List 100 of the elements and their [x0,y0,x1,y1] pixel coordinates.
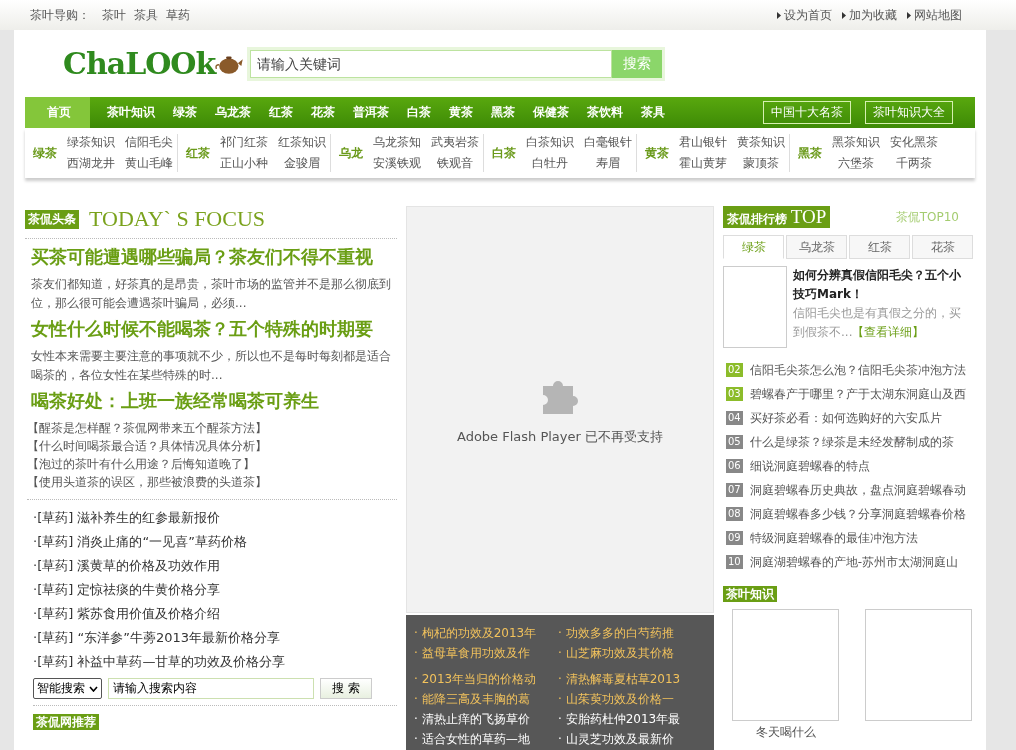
category-link[interactable]: 黑茶 [798,144,822,162]
subcategory-link[interactable]: 信阳毛尖 [125,134,173,151]
tab[interactable]: 乌龙茶 [786,235,847,259]
herb-article-link[interactable]: ·[草药] 补益中草药—甘草的功效及价格分享 [33,650,397,674]
subcategory-link[interactable]: 乌龙茶知 [373,134,421,151]
herb-link[interactable]: · 山芝麻功效及其价格 [558,643,702,663]
tab[interactable]: 花茶 [912,235,973,259]
herb-link[interactable]: · 2013年当归的价格动 [414,669,558,689]
herb-article-link[interactable]: ·[草药] 滋补养生的红参最新报价 [33,506,397,530]
subcategory-link[interactable]: 白茶知识 [526,134,574,151]
rank-badge: 10 [726,555,743,569]
subcategory-link[interactable]: 安化黑茶 [890,134,938,151]
article-link[interactable]: 【使用头道茶的误区，那些被浪费的头道茶】 [27,473,397,491]
ranking-link[interactable]: 细说洞庭碧螺春的特点 [749,457,870,475]
article-link[interactable]: 【什么时间喝茶最合适？具体情况具体分析】 [27,437,397,455]
nav-tab[interactable]: 茶叶知识 [98,97,164,128]
herb-link[interactable]: · 枸杞的功效及2013年 [414,623,558,643]
herb-article-link[interactable]: ·[草药] 溪黄草的价格及功效作用 [33,554,397,578]
subcategory-link[interactable]: 黑茶知识 [832,134,880,151]
herb-link[interactable]: · 益母草食用功效及作 [414,643,558,663]
featured-summary: 信阳毛尖也是有真假之分的，买到假茶不...【查看详细】 [793,305,962,341]
herb-article-link[interactable]: ·[草药] “东洋参”牛蒡2013年最新价格分享 [33,626,397,650]
subcategory-link[interactable]: 绿茶知识 [67,134,115,151]
subcategory-link[interactable]: 黄山毛峰 [125,155,173,172]
nav-button[interactable]: 中国十大名茶 [763,101,851,124]
nav-tab[interactable]: 红茶 [260,97,302,128]
triangle-icon [842,11,846,19]
story-summary: 茶友们都知道，好茶真的是昂贵，茶叶市场的监管并不是那么彻底到位，那么很可能会遭遇茶叶骗局，必须... [31,276,392,312]
triangle-icon [777,11,781,19]
ranking-link[interactable]: 碧螺春产于哪里？产于太湖东洞庭山及西 [749,385,966,403]
herb-link[interactable]: · 清热止痒的飞扬草价 [414,709,558,729]
herb-link[interactable]: · 清热解毒夏枯草2013 [558,669,702,689]
search-field[interactable]: 请输入搜索内容 [108,678,314,699]
herb-article-link[interactable]: ·[草药] 紫苏食用价值及价格介绍 [33,602,397,626]
search-field[interactable]: 请输入关键词 [250,49,612,78]
nav-tab[interactable]: 茶饮料 [578,97,632,128]
subcategory-link[interactable]: 武夷岩茶 [431,134,479,151]
nav-button[interactable]: 茶叶知识大全 [865,101,953,124]
search-type-dropdown[interactable]: 智能搜索 [33,678,102,699]
subcategory-link[interactable]: 金骏眉 [278,155,326,172]
guide-link[interactable]: 草药 [166,6,190,24]
subcategory-link[interactable]: 白毫银针 [584,134,632,151]
search-button[interactable]: 搜 索 [320,678,372,699]
nav-tab[interactable]: 绿茶 [164,97,206,128]
ranking-link[interactable]: 信阳毛尖茶怎么泡？信阳毛尖茶冲泡方法 [749,361,966,379]
subcategory-link[interactable]: 黄茶知识 [737,134,785,151]
subcategory-link[interactable]: 安溪铁观 [373,155,421,172]
subcategory-link[interactable]: 君山银针 [679,134,727,151]
top-link[interactable]: 加为收藏 [842,6,897,24]
herb-link[interactable]: · 适合女性的草药—地 [414,729,558,749]
herb-link[interactable]: · 山茱萸功效及价格一 [558,689,702,709]
nav-tab[interactable]: 茶具 [632,97,674,128]
article-link[interactable]: 冬天喝什么 [755,724,816,741]
flash-message: Adobe Flash Player 已不再受支持 [456,427,663,446]
ranking-link[interactable]: 特级洞庭碧螺春的最佳冲泡方法 [749,529,918,547]
herb-link[interactable]: · 能降三高及丰胸的葛 [414,689,558,709]
guide-link[interactable]: 茶具 [134,6,158,24]
subcategory-link[interactable]: 白牡丹 [526,155,574,172]
featured-title[interactable]: 如何分辨真假信阳毛尖？五个小技巧Mark！ [793,266,963,304]
nav-tab[interactable]: 乌龙茶 [206,97,260,128]
subcategory-link[interactable]: 千两茶 [890,155,938,172]
rank-badge: 09 [726,531,743,545]
story-summary: 女性本来需要主要注意的事项就不少，所以也不是每时每刻都是适合喝茶的，各位女性在某些特殊的时... [31,348,392,384]
ranking-link[interactable]: 洞庭湖碧螺春的产地-苏州市太湖洞庭山 [749,553,959,571]
nav-tab[interactable]: 普洱茶 [344,97,398,128]
subcategory-link[interactable]: 正山小种 [220,155,268,172]
top-link[interactable]: 网站地图 [907,6,962,24]
ranking-link[interactable]: 洞庭碧螺春多少钱？分享洞庭碧螺春价格 [749,505,966,523]
guide-link[interactable]: 茶叶 [102,6,126,24]
ranking-link[interactable]: 洞庭碧螺春历史典故，盘点洞庭碧螺春动 [749,481,966,499]
section-badge: 茶侃头条 [25,209,79,229]
ranking-link[interactable]: 什么是绿茶？绿茶是未经发酵制成的茶 [749,433,954,451]
subcategory-link[interactable]: 祁门红茶 [220,134,268,151]
nav-tab[interactable]: 保健茶 [524,97,578,128]
logo[interactable]: ChaLOOk [63,46,243,81]
herb-link[interactable]: · 安胎药杜仲2013年最 [558,709,702,729]
guide-label: 茶叶导购： [30,6,90,24]
subcategory-link[interactable]: 寿眉 [584,155,632,172]
nav-tab[interactable]: 花茶 [302,97,344,128]
top-link[interactable]: 设为首页 [777,6,832,24]
subcategory-link[interactable]: 西湖龙井 [67,155,115,172]
herb-link[interactable]: · 功效多多的白芍药推 [558,623,702,643]
herb-link[interactable]: · 山灵芝功效及最新价 [558,729,702,749]
section-title: TODAY` S FOCUS [89,206,266,232]
subcategory-link[interactable]: 铁观音 [431,155,479,172]
herb-article-link[interactable]: ·[草药] 消炎止痛的“一见喜”草药价格 [33,530,397,554]
subcategory-link[interactable]: 蒙顶茶 [737,155,785,172]
nav-tab[interactable]: 黑茶 [482,97,524,128]
rank-badge: 06 [726,459,743,473]
article-link[interactable]: 【醒茶是怎样醒？茶侃网带来五个醒茶方法】 [27,419,397,437]
rank-badge: 03 [726,387,743,401]
herb-article-link[interactable]: ·[草药] 定惊祛痰的牛黄价格分享 [33,578,397,602]
subcategory-link[interactable]: 六堡茶 [832,155,880,172]
nav-tab[interactable]: 白茶 [398,97,440,128]
subcategory-link[interactable]: 红茶知识 [278,134,326,151]
subcategory-link[interactable]: 霍山黄芽 [679,155,727,172]
ranking-link[interactable]: 买好茶必看：如何选购好的六安瓜片 [749,409,942,427]
article-link[interactable]: 【泡过的茶叶有什么用途？后悔知道晚了】 [27,455,397,473]
nav-tab[interactable]: 黄茶 [440,97,482,128]
tab[interactable]: 红茶 [849,235,910,259]
